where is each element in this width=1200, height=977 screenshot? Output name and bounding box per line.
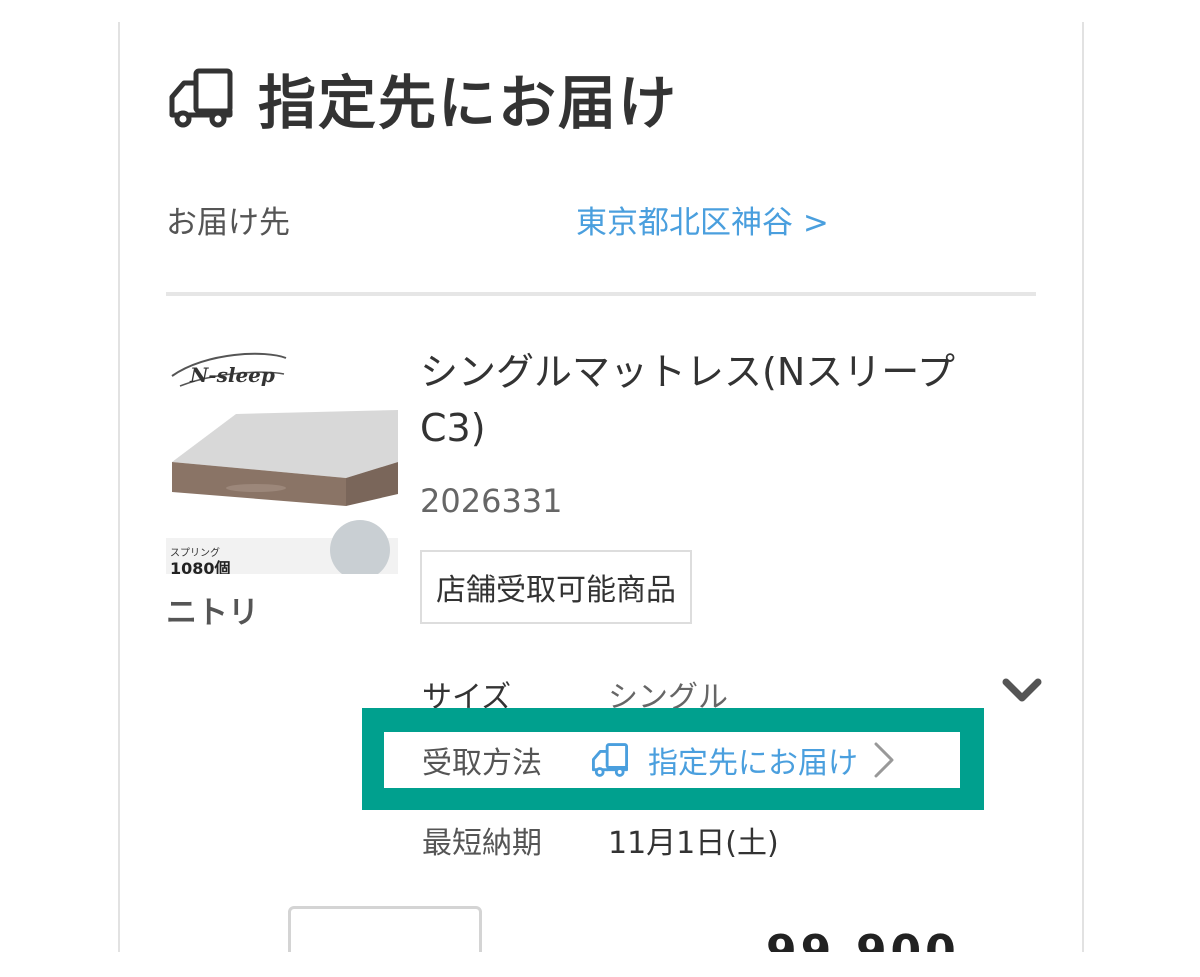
page: 指定先にお届け お届け先 東京都北区神谷 > N-sleep スプリング 108… [0,0,1200,977]
destination-link[interactable]: 東京都北区神谷 > [576,197,829,242]
chevron-right-icon [874,742,894,778]
truck-icon [592,743,628,777]
spring-count: 1080個 [170,559,231,574]
product-image[interactable]: N-sleep スプリング 1080個 [166,342,398,574]
chevron-down-icon[interactable] [1000,674,1044,706]
quantity-selector[interactable] [288,906,482,952]
earliest-delivery-date: 11月1日(土) [608,826,779,861]
destination-label: お届け先 [166,205,290,241]
page-title: 指定先にお届け [258,69,679,137]
delivery-method-row[interactable]: 受取方法 指定先にお届け [384,732,960,788]
spring-label: スプリング [170,546,220,559]
delivery-method-value: 指定先にお届け [648,746,858,781]
earliest-delivery-label: 最短納期 [422,826,542,861]
n-sleep-logo: N-sleep [189,363,275,387]
truck-icon [169,68,233,128]
delivery-card: 指定先にお届け お届け先 東京都北区神谷 > N-sleep スプリング 108… [118,22,1084,952]
brand-name: ニトリ [166,595,259,631]
product-code: 2026331 [420,482,563,520]
product-title[interactable]: シングルマットレス(Nスリープ C3) [420,344,1020,456]
mattress-illustration: N-sleep スプリング 1080個 [166,342,398,574]
price: 99,900 [766,926,960,952]
delivery-header: 指定先にお届け [166,56,678,140]
store-pickup-badge: 店舗受取可能商品 [420,550,692,624]
divider [166,292,1036,296]
delivery-method-label: 受取方法 [422,746,542,781]
